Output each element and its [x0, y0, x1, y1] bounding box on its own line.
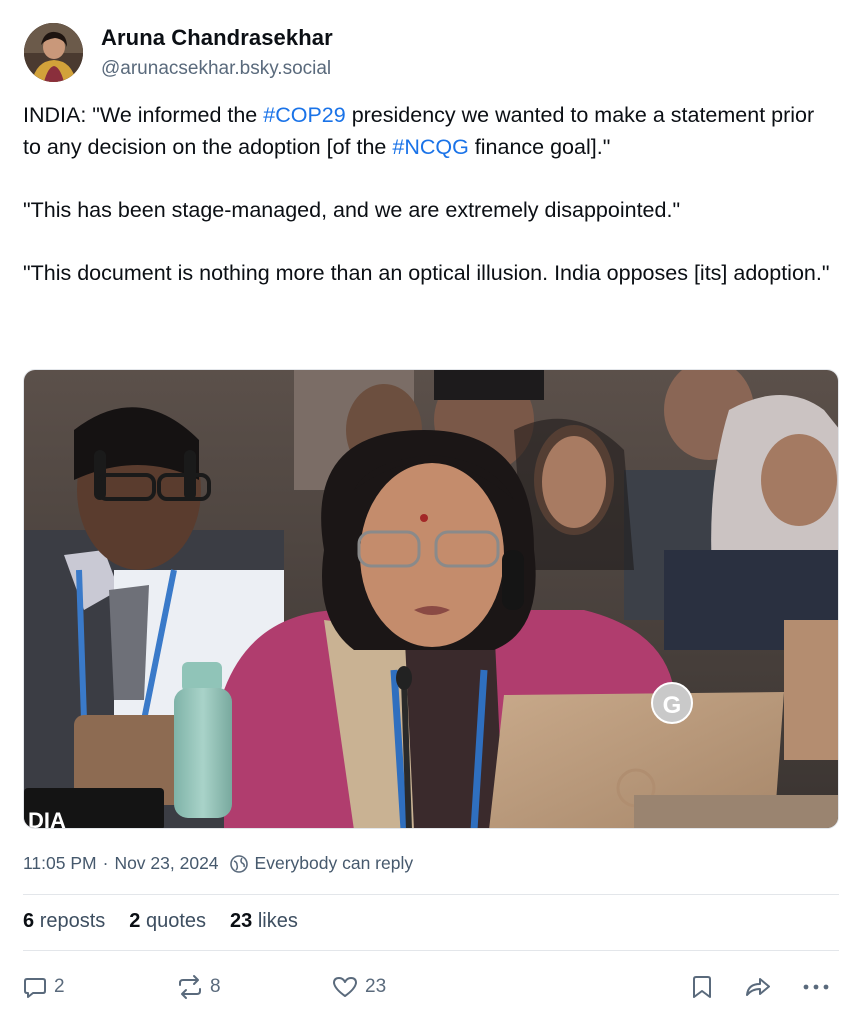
author-handle[interactable]: @arunacsekhar.bsky.social [101, 58, 331, 80]
divider [23, 950, 839, 951]
reposts-label: reposts [39, 910, 106, 932]
like-button[interactable]: 23 [331, 968, 386, 1006]
country-placard: DIA [28, 808, 66, 829]
reply-setting-link[interactable]: Everybody can reply [255, 853, 414, 874]
divider [23, 894, 839, 895]
globe-icon [229, 854, 249, 874]
more-options-button[interactable] [801, 968, 831, 1006]
reposts-stat[interactable]: 6 reposts [23, 910, 105, 933]
engagement-stats: 6 reposts 2 quotes 23 likes [23, 910, 322, 933]
quotes-stat[interactable]: 2 quotes [129, 910, 206, 933]
post-date: Nov 23, 2024 [114, 853, 219, 873]
share-button[interactable] [743, 968, 773, 1006]
action-bar: 2 8 23 [0, 968, 862, 1008]
heart-icon [331, 974, 359, 1000]
post-image[interactable]: G DIA [23, 369, 839, 829]
hashtag-link-ncqg[interactable]: #NCQG [392, 135, 468, 159]
likes-count: 23 [230, 910, 253, 932]
likes-stat[interactable]: 23 likes [230, 910, 298, 933]
quotes-count: 2 [129, 910, 141, 932]
meta-separator: · [102, 853, 109, 873]
quotes-label: quotes [145, 910, 207, 932]
share-arrow-icon [743, 974, 773, 1000]
post-thread-anchor: Aruna Chandrasekhar @arunacsekhar.bsky.s… [0, 0, 862, 1024]
overlay-letter: G [663, 692, 682, 719]
post-paragraph-3: "This document is nothing more than an o… [23, 261, 830, 285]
post-paragraph-1: INDIA: "We informed the #COP29 presidenc… [23, 99, 838, 163]
hashtag-link-cop29[interactable]: #COP29 [263, 103, 345, 127]
repost-button[interactable]: 8 [176, 968, 221, 1006]
reply-button[interactable]: 2 [22, 968, 65, 1006]
ellipsis-icon [801, 974, 831, 1000]
repost-arrows-icon [176, 974, 204, 1000]
likes-label: likes [257, 910, 298, 932]
speech-bubble-icon [22, 974, 48, 1000]
reposts-count: 6 [23, 910, 35, 932]
bookmark-icon [690, 974, 714, 1000]
post-meta: 11:05 PM · Nov 23, 2024 Everybody can re… [23, 853, 413, 874]
like-count: 23 [365, 976, 387, 997]
post-time: 11:05 PM [23, 853, 97, 873]
post-text-segment: finance goal]." [468, 135, 611, 159]
post-paragraph-2: "This has been stage-managed, and we are… [23, 198, 681, 222]
repost-count: 8 [210, 976, 221, 997]
post-text: INDIA: "We informed the #COP29 presidenc… [23, 99, 838, 289]
author-name[interactable]: Aruna Chandrasekhar [101, 25, 333, 51]
avatar[interactable] [24, 23, 83, 82]
bookmark-button[interactable] [690, 968, 714, 1006]
reply-count: 2 [54, 976, 65, 997]
post-text-segment: INDIA: "We informed the [23, 103, 264, 127]
